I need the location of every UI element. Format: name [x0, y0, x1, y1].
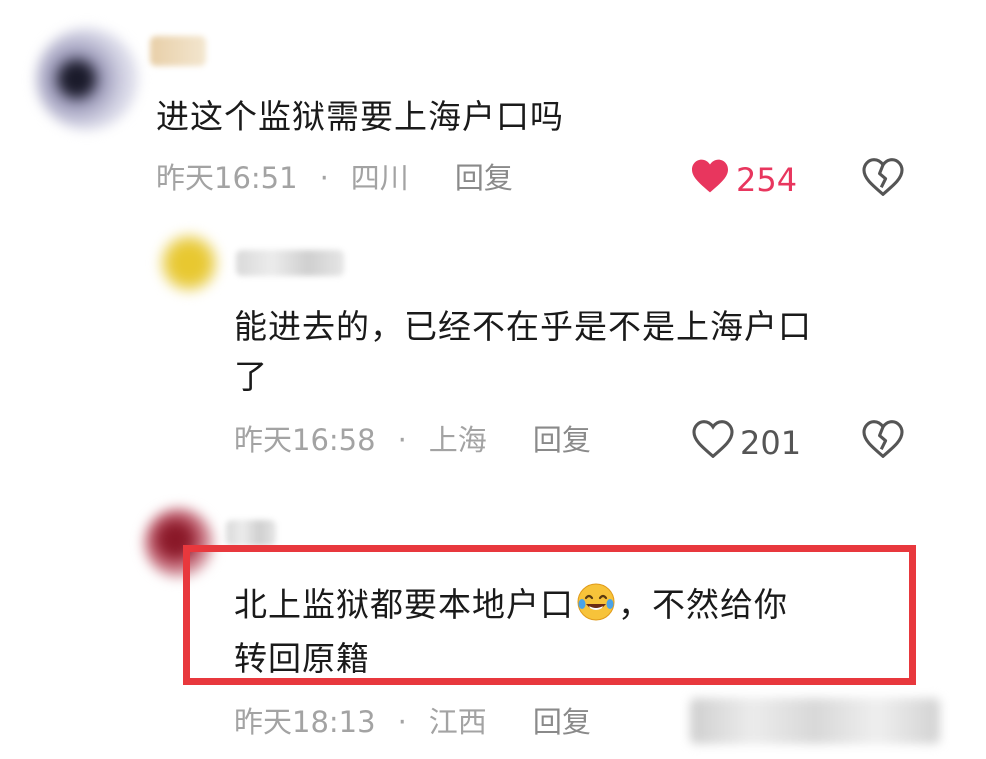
comment-location: 四川 [350, 161, 409, 195]
comment-text-part-a: 北上监狱都要本地户口 [234, 585, 574, 624]
comment-text-part-b: ，不然给你 [618, 585, 788, 624]
comment-text-line-2: 了 [234, 357, 268, 396]
comment-location: 江西 [428, 705, 487, 739]
reply-button[interactable]: 回复 [533, 704, 591, 740]
reply-comment-2: 能进去的，已经不在乎是不是上海户口 了 昨天16:58 · 上海 回复 201 [0, 220, 986, 490]
heart-filled-icon [690, 158, 736, 202]
comment-text: 进这个监狱需要上海户口吗 [156, 97, 564, 136]
broken-heart-icon[interactable] [862, 420, 904, 462]
reply-button[interactable]: 回复 [533, 422, 591, 458]
like-button[interactable]: 254 [690, 158, 797, 202]
like-count: 201 [740, 424, 802, 462]
comment-text-line-1: 北上监狱都要本地户口 ，不然给你 [234, 580, 788, 630]
comment-meta: 昨天16:51 · 四川 回复 [156, 160, 513, 196]
username[interactable] [150, 36, 206, 66]
username[interactable] [226, 520, 276, 546]
heart-outline-icon [692, 420, 740, 466]
comment-time: 昨天18:13 [234, 705, 376, 739]
meta-separator: · [319, 161, 329, 195]
comment-time: 昨天16:51 [156, 161, 298, 195]
like-count: 254 [736, 161, 798, 199]
comment-location: 上海 [428, 423, 487, 457]
comment-meta: 昨天18:13 · 江西 回复 [234, 704, 591, 740]
obscured-area [690, 698, 940, 744]
broken-heart-icon[interactable] [862, 158, 904, 200]
comment-text-line-2: 转回原籍 [234, 639, 370, 678]
username[interactable] [236, 250, 344, 276]
meta-separator: · [397, 705, 407, 739]
laughing-tears-emoji-icon [576, 582, 616, 622]
comment-time: 昨天16:58 [234, 423, 376, 457]
avatar[interactable] [160, 234, 218, 292]
meta-separator: · [397, 423, 407, 457]
comment-meta: 昨天16:58 · 上海 回复 [234, 422, 591, 458]
reply-comment-3: 北上监狱都要本地户口 ，不然给你 转回原籍 昨天18:13 · 江西 回复 [0, 490, 986, 759]
comment-1: 进这个监狱需要上海户口吗 昨天16:51 · 四川 回复 254 [0, 0, 986, 220]
like-button[interactable]: 201 [692, 420, 801, 466]
reply-button[interactable]: 回复 [455, 160, 513, 196]
avatar[interactable] [36, 28, 138, 130]
comment-text-line-1: 能进去的，已经不在乎是不是上海户口 [234, 307, 812, 346]
